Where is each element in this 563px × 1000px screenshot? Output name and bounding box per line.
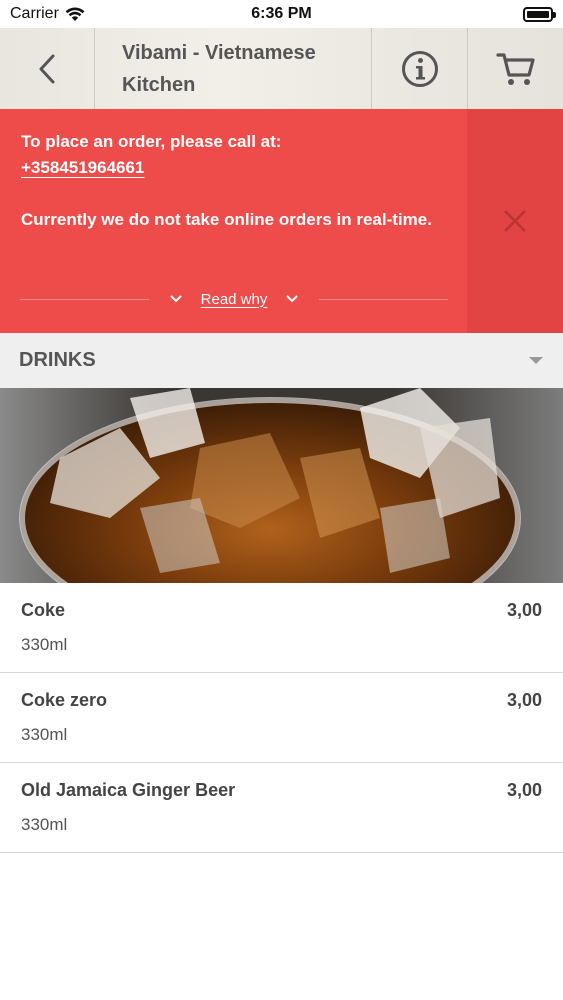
divider: [319, 298, 449, 300]
menu-item-name: Coke: [21, 600, 66, 620]
wifi-icon: [65, 7, 85, 21]
close-icon: [504, 210, 526, 232]
menu-item[interactable]: Coke 3,00 330ml: [0, 583, 563, 673]
status-bar: Carrier 6:36 PM: [0, 0, 563, 28]
menu-item[interactable]: Old Jamaica Ginger Beer 3,00 330ml: [0, 763, 563, 853]
caret-down-icon: [529, 357, 543, 364]
cola-glass-illustration: [0, 388, 563, 583]
cart-button[interactable]: [468, 28, 563, 109]
section-header-drinks[interactable]: DRINKS: [0, 333, 563, 388]
read-why-row: Read why: [20, 287, 449, 311]
menu-item[interactable]: Coke zero 3,00 330ml: [0, 673, 563, 763]
section-title: DRINKS: [19, 349, 96, 371]
battery-icon: [523, 6, 556, 22]
menu-item-name: Old Jamaica Ginger Beer: [21, 780, 236, 800]
carrier-label: Carrier: [10, 5, 59, 22]
notice-line-realtime: Currently we do not take online orders i…: [21, 210, 432, 229]
menu-item-description: 330ml: [21, 725, 68, 744]
carrier-group: Carrier: [10, 5, 85, 23]
menu-item-name: Coke zero: [21, 690, 108, 710]
read-why-link[interactable]: Read why: [201, 291, 268, 308]
menu-item-description: 330ml: [21, 815, 68, 834]
info-button[interactable]: [372, 28, 468, 109]
menu-list: Coke 3,00 330ml Coke zero 3,00 330ml Old…: [0, 583, 563, 853]
notice-close-button[interactable]: [467, 109, 563, 333]
phone-link[interactable]: +358451964661: [21, 155, 144, 181]
chevron-down-icon: [169, 295, 182, 303]
menu-item-price: 3,00: [506, 780, 542, 800]
back-button[interactable]: [0, 28, 95, 109]
read-why-toggle[interactable]: Read why: [149, 291, 320, 308]
menu-item-description: 330ml: [21, 635, 68, 654]
page-title: Vibami - Vietnamese Kitchen: [122, 41, 316, 96]
header-title-area: Vibami - Vietnamese Kitchen: [95, 28, 372, 109]
shopping-cart-icon: [495, 52, 535, 85]
menu-item-price: 3,00: [506, 600, 542, 620]
info-icon: [401, 50, 438, 87]
menu-item-price: 3,00: [506, 690, 542, 710]
chevron-left-icon: [39, 54, 55, 83]
divider: [20, 298, 149, 300]
drink-image: [0, 388, 563, 583]
chevron-down-icon: [286, 295, 299, 303]
notice-text: To place an order, please call at: +3584…: [21, 129, 451, 233]
app-header: Vibami - Vietnamese Kitchen: [0, 28, 563, 109]
notice-line-call: To place an order, please call at:: [21, 132, 282, 151]
